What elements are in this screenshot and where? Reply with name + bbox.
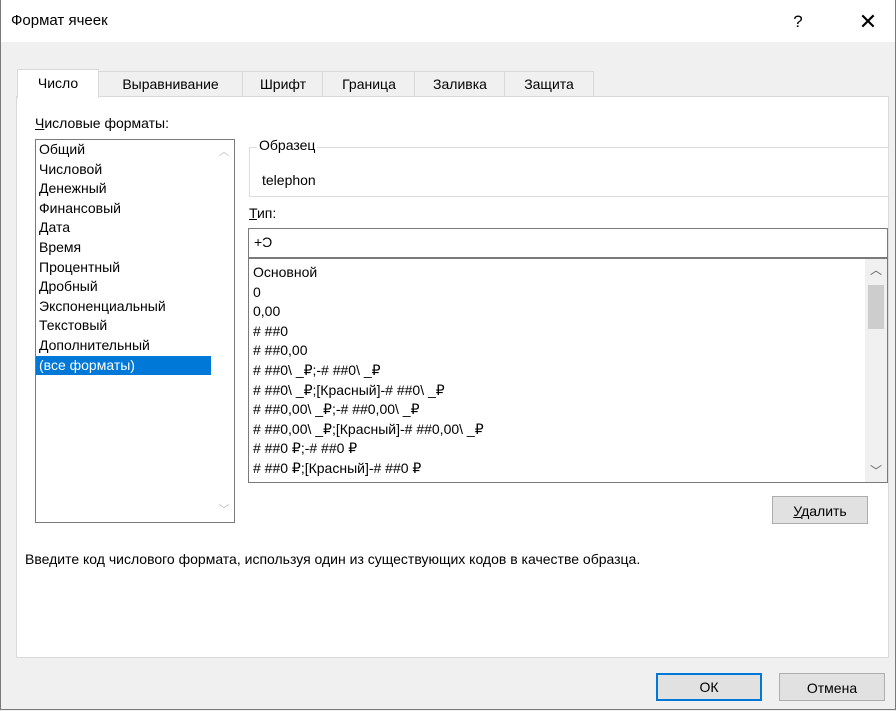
format-item[interactable]: # ##0\ _₽;-# ##0\ _₽ bbox=[253, 361, 853, 381]
tab-font[interactable]: Шрифт bbox=[242, 71, 324, 96]
type-input[interactable]: +Ͻ bbox=[248, 228, 888, 258]
help-button[interactable]: ? bbox=[783, 7, 813, 37]
close-button[interactable]: ✕ bbox=[853, 7, 883, 37]
format-item[interactable]: 0,00 bbox=[253, 302, 853, 322]
tab-fill[interactable]: Заливка bbox=[414, 71, 506, 96]
category-item-fraction[interactable]: Дробный bbox=[36, 277, 211, 297]
tab-border[interactable]: Граница bbox=[322, 71, 416, 96]
chevron-up-icon[interactable]: ︿ bbox=[214, 142, 234, 162]
sample-value: telephon bbox=[262, 172, 316, 188]
category-item-currency[interactable]: Денежный bbox=[36, 179, 211, 199]
window-title: Формат ячеек bbox=[11, 12, 108, 29]
format-item[interactable]: 0 bbox=[253, 283, 853, 303]
tab-protection[interactable]: Защита bbox=[504, 71, 594, 96]
chevron-up-icon[interactable]: ︿ bbox=[865, 259, 887, 281]
format-item[interactable]: # ##0,00 bbox=[253, 341, 853, 361]
type-label: Тип: bbox=[249, 205, 277, 221]
format-item[interactable]: # ##0 ₽;[Красный]-# ##0 ₽ bbox=[253, 459, 853, 479]
format-items: Основной 0 0,00 # ##0 # ##0,00 # ##0\ _₽… bbox=[253, 263, 853, 479]
format-item[interactable]: # ##0,00\ _₽;[Красный]-# ##0,00\ _₽ bbox=[253, 420, 853, 440]
delete-button[interactable]: Удалить bbox=[772, 496, 868, 524]
format-cells-dialog: Формат ячеек ? ✕ Число Выравнивание Шриф… bbox=[0, 0, 896, 710]
category-item-accounting[interactable]: Финансовый bbox=[36, 199, 211, 219]
format-scrollbar[interactable]: ︿ ﹀ bbox=[865, 259, 887, 482]
categories-label: Числовые форматы: bbox=[35, 115, 170, 131]
format-item[interactable]: # ##0\ _₽;[Красный]-# ##0\ _₽ bbox=[253, 381, 853, 401]
format-list[interactable]: Основной 0 0,00 # ##0 # ##0,00 # ##0\ _₽… bbox=[248, 258, 888, 483]
category-item-time[interactable]: Время bbox=[36, 238, 211, 258]
format-item[interactable]: # ##0 ₽;-# ##0 ₽ bbox=[253, 439, 853, 459]
title-bar: Формат ячеек ? ✕ bbox=[1, 0, 895, 42]
tab-alignment[interactable]: Выравнивание bbox=[97, 71, 244, 96]
category-item-special[interactable]: Дополнительный bbox=[36, 336, 211, 356]
type-input-value: +Ͻ bbox=[254, 234, 273, 250]
scroll-thumb[interactable] bbox=[868, 285, 884, 329]
category-list[interactable]: Общий Числовой Денежный Финансовый Дата … bbox=[35, 139, 235, 523]
category-item-text[interactable]: Текстовый bbox=[36, 316, 211, 336]
category-scrollbar[interactable]: ︿ ﹀ bbox=[214, 140, 234, 522]
format-item[interactable]: Основной bbox=[253, 263, 853, 283]
category-item-general[interactable]: Общий bbox=[36, 140, 211, 160]
chevron-down-icon[interactable]: ﹀ bbox=[865, 460, 887, 482]
category-item-date[interactable]: Дата bbox=[36, 218, 211, 238]
format-item[interactable]: # ##0 bbox=[253, 322, 853, 342]
sample-legend: Образец bbox=[257, 137, 318, 153]
category-item-number[interactable]: Числовой bbox=[36, 160, 211, 180]
ok-button[interactable]: ОК bbox=[656, 673, 762, 701]
cancel-button[interactable]: Отмена bbox=[779, 673, 885, 701]
category-items: Общий Числовой Денежный Финансовый Дата … bbox=[36, 140, 211, 376]
sample-group bbox=[249, 147, 889, 197]
number-tab-panel: Числовые форматы: Общий Числовой Денежны… bbox=[16, 96, 889, 658]
tab-number[interactable]: Число bbox=[17, 69, 99, 98]
category-item-percentage[interactable]: Процентный bbox=[36, 258, 211, 278]
chevron-down-icon[interactable]: ﹀ bbox=[214, 500, 234, 520]
category-item-scientific[interactable]: Экспоненциальный bbox=[36, 297, 211, 317]
hint-text: Введите код числового формата, используя… bbox=[25, 551, 641, 567]
format-item[interactable]: # ##0,00\ _₽;-# ##0,00\ _₽ bbox=[253, 400, 853, 420]
category-item-custom[interactable]: (все форматы) bbox=[36, 355, 211, 376]
